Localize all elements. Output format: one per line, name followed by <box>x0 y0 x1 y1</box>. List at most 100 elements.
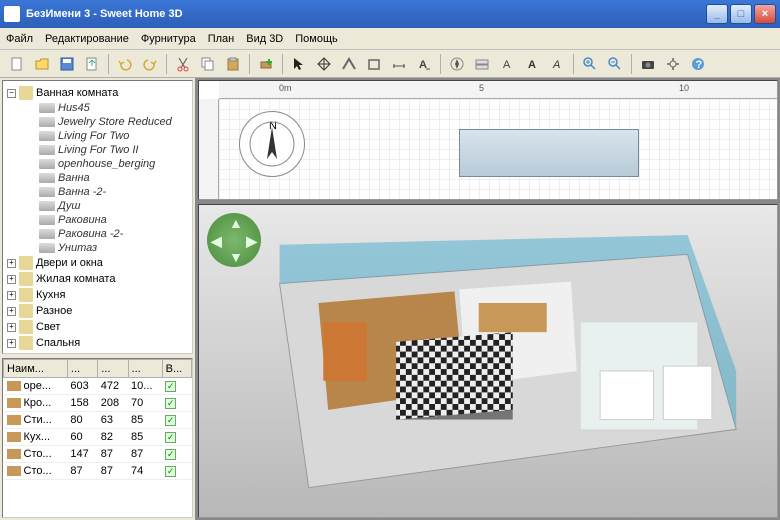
tree-label: Living For Two <box>58 130 129 142</box>
bold-icon[interactable]: A <box>521 53 543 75</box>
tree-furniture-item[interactable]: Ванна <box>25 171 188 185</box>
text2-icon[interactable]: A <box>496 53 518 75</box>
tree-furniture-item[interactable]: Душ <box>25 199 188 213</box>
tree-furniture-item[interactable]: Раковина <box>25 213 188 227</box>
tree-furniture-item[interactable]: Living For Two II <box>25 143 188 157</box>
view-3d[interactable]: ▲ ▼ ◀ ▶ <box>198 204 778 518</box>
tree-furniture-item[interactable]: Раковина -2- <box>25 227 188 241</box>
cut-icon[interactable] <box>172 53 194 75</box>
wall-icon[interactable] <box>338 53 360 75</box>
expand-icon[interactable]: + <box>7 259 16 268</box>
camera-icon[interactable] <box>637 53 659 75</box>
nav-up-icon[interactable]: ▲ <box>229 215 243 231</box>
table-row[interactable]: оре...60347210...✓ <box>4 378 192 395</box>
plan-canvas[interactable]: N <box>219 99 777 199</box>
menu-3dview[interactable]: Вид 3D <box>246 33 283 45</box>
table-row[interactable]: Кух...608285✓ <box>4 429 192 446</box>
tree-furniture-item[interactable]: openhouse_berging <box>25 157 188 171</box>
folder-icon <box>19 320 33 334</box>
table-row[interactable]: Кро...15820870✓ <box>4 395 192 412</box>
save-icon[interactable] <box>56 53 78 75</box>
compass-widget[interactable]: N <box>239 111 305 177</box>
level-icon[interactable] <box>471 53 493 75</box>
pan-icon[interactable] <box>313 53 335 75</box>
tree-furniture-item[interactable]: Living For Two <box>25 129 188 143</box>
expand-icon[interactable]: + <box>7 291 16 300</box>
furniture-tree[interactable]: − Ванная комната Hus45Jewelry Store Redu… <box>2 80 193 354</box>
tree-furniture-item[interactable]: Jewelry Store Reduced <box>25 115 188 129</box>
menubar: Файл Редактирование Фурнитура План Вид 3… <box>0 28 780 50</box>
italic-icon[interactable]: A <box>546 53 568 75</box>
collapse-icon[interactable]: − <box>7 89 16 98</box>
tree-furniture-item[interactable]: Унитаз <box>25 241 188 255</box>
dimension-icon[interactable] <box>388 53 410 75</box>
table-header[interactable]: ... <box>98 360 128 378</box>
cell-visible[interactable]: ✓ <box>162 412 191 429</box>
tree-category-bathroom[interactable]: − Ванная комната <box>7 85 188 101</box>
menu-plan[interactable]: План <box>208 33 235 45</box>
furniture-table[interactable]: Наим............В... оре...60347210...✓К… <box>2 358 193 518</box>
nav-down-icon[interactable]: ▼ <box>229 249 243 265</box>
menu-furniture[interactable]: Фурнитура <box>141 33 196 45</box>
room-icon[interactable] <box>363 53 385 75</box>
expand-icon[interactable]: + <box>7 323 16 332</box>
table-row[interactable]: Сто...878774✓ <box>4 463 192 480</box>
tree-category[interactable]: +Жилая комната <box>7 271 188 287</box>
cell-value: 63 <box>98 412 128 429</box>
minimize-button[interactable]: _ <box>706 4 728 24</box>
settings-icon[interactable] <box>662 53 684 75</box>
table-header[interactable]: Наим... <box>4 360 68 378</box>
compass-icon[interactable] <box>446 53 468 75</box>
cell-visible[interactable]: ✓ <box>162 378 191 395</box>
cell-visible[interactable]: ✓ <box>162 446 191 463</box>
tree-category[interactable]: +Свет <box>7 319 188 335</box>
expand-icon[interactable]: + <box>7 307 16 316</box>
tree-category[interactable]: +Спальня <box>7 335 188 351</box>
paste-icon[interactable] <box>222 53 244 75</box>
text-icon[interactable]: A <box>413 53 435 75</box>
maximize-button[interactable]: □ <box>730 4 752 24</box>
table-header[interactable]: ... <box>67 360 97 378</box>
open-icon[interactable] <box>31 53 53 75</box>
table-row[interactable]: Сти...806385✓ <box>4 412 192 429</box>
tree-category[interactable]: +Кухня <box>7 287 188 303</box>
redo-icon[interactable] <box>139 53 161 75</box>
floorplan-thumbnail[interactable] <box>459 129 639 177</box>
close-button[interactable]: × <box>754 4 776 24</box>
help-icon[interactable]: ? <box>687 53 709 75</box>
table-row[interactable]: Сто...1478787✓ <box>4 446 192 463</box>
expand-icon[interactable]: + <box>7 339 16 348</box>
zoom-out-icon[interactable] <box>604 53 626 75</box>
select-icon[interactable] <box>288 53 310 75</box>
table-header[interactable]: В... <box>162 360 191 378</box>
tree-label: Ванная комната <box>36 87 118 99</box>
folder-icon <box>19 86 33 100</box>
cell-visible[interactable]: ✓ <box>162 429 191 446</box>
svg-text:?: ? <box>696 59 703 71</box>
menu-file[interactable]: Файл <box>6 33 33 45</box>
expand-icon[interactable]: + <box>7 275 16 284</box>
cell-visible[interactable]: ✓ <box>162 395 191 412</box>
undo-icon[interactable] <box>114 53 136 75</box>
cell-name: Кро... <box>4 395 68 412</box>
folder-icon <box>19 304 33 318</box>
furniture-icon <box>39 131 55 141</box>
copy-icon[interactable] <box>197 53 219 75</box>
tree-category[interactable]: +Разное <box>7 303 188 319</box>
nav-left-icon[interactable]: ◀ <box>211 233 222 250</box>
add-furniture-icon[interactable] <box>255 53 277 75</box>
import-icon[interactable] <box>81 53 103 75</box>
table-header[interactable]: ... <box>128 360 162 378</box>
tree-label: Двери и окна <box>36 257 103 269</box>
tree-furniture-item[interactable]: Ванна -2- <box>25 185 188 199</box>
cell-visible[interactable]: ✓ <box>162 463 191 480</box>
cell-name: Кух... <box>4 429 68 446</box>
menu-help[interactable]: Помощь <box>295 33 338 45</box>
tree-furniture-item[interactable]: Hus45 <box>25 101 188 115</box>
tree-category[interactable]: + Двери и окна <box>7 255 188 271</box>
new-file-icon[interactable] <box>6 53 28 75</box>
menu-edit[interactable]: Редактирование <box>45 33 129 45</box>
svg-text:A: A <box>503 59 511 71</box>
zoom-in-icon[interactable] <box>579 53 601 75</box>
plan-view-2d[interactable]: 0m 5 10 N <box>198 80 778 200</box>
